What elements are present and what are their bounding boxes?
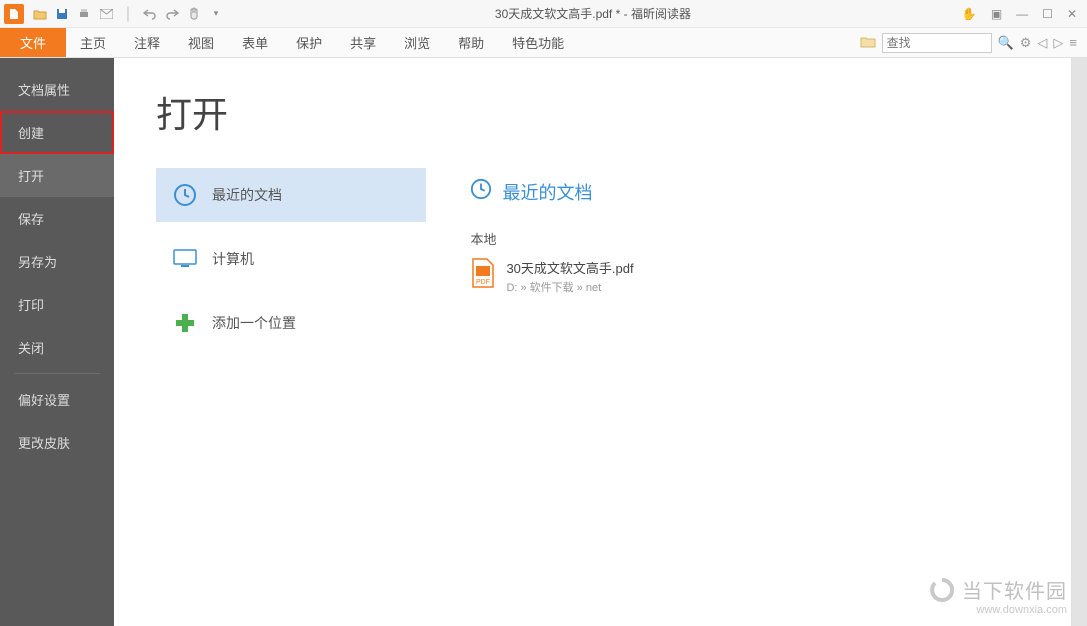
sidebar-item-create[interactable]: 创建	[0, 111, 114, 154]
ribbon-toggle-icon[interactable]: ▣	[991, 7, 1002, 21]
scrollbar-thumb[interactable]	[1072, 58, 1087, 626]
content-area: 打开 最近的文档 计算机 添加一个位置	[114, 58, 1087, 626]
open-icon[interactable]	[32, 6, 48, 22]
chevron-down-icon[interactable]: ▾	[208, 6, 224, 22]
sidebar-item-saveas[interactable]: 另存为	[0, 240, 114, 283]
maximize-button[interactable]: ☐	[1042, 7, 1053, 21]
window-title: 30天成文软文高手.pdf * - 福昕阅读器	[224, 5, 962, 22]
recent-files-panel: 最近的文档 本地 PDF 30天成文软文高手.pdf D: » 软件下载 » n…	[470, 168, 970, 297]
recent-header: 最近的文档	[470, 178, 970, 205]
sidebar-item-print[interactable]: 打印	[0, 283, 114, 326]
tab-comment[interactable]: 注释	[120, 28, 174, 57]
clock-icon	[172, 182, 198, 208]
minimize-button[interactable]: —	[1016, 7, 1028, 21]
hand-icon[interactable]: ✋	[962, 7, 977, 21]
option-computer[interactable]: 计算机	[156, 232, 426, 286]
tab-protect[interactable]: 保护	[282, 28, 336, 57]
tab-browse[interactable]: 浏览	[390, 28, 444, 57]
sidebar-separator	[14, 373, 100, 374]
recent-header-label: 最近的文档	[502, 179, 592, 205]
title-bar: | ▾ 30天成文软文高手.pdf * - 福昕阅读器 ✋ ▣ — ☐ ✕	[0, 0, 1087, 28]
nav-next-icon[interactable]: ▷	[1053, 35, 1063, 51]
tab-view[interactable]: 视图	[174, 28, 228, 57]
ribbon-tabs: 文件 主页 注释 视图 表单 保护 共享 浏览 帮助 特色功能 🔍 ⚙ ◁ ▷ …	[0, 28, 1087, 58]
tab-form[interactable]: 表单	[228, 28, 282, 57]
sidebar-item-skin[interactable]: 更改皮肤	[0, 421, 114, 464]
option-computer-label: 计算机	[212, 249, 254, 269]
quick-access-toolbar: | ▾	[32, 6, 224, 22]
file-name: 30天成文软文高手.pdf	[506, 258, 633, 277]
page-title: 打开	[156, 86, 1087, 138]
clock-icon	[470, 178, 492, 205]
pdf-file-icon: PDF	[470, 258, 496, 288]
option-add-place-label: 添加一个位置	[212, 313, 296, 333]
print-icon[interactable]	[76, 6, 92, 22]
recent-file-item[interactable]: PDF 30天成文软文高手.pdf D: » 软件下载 » net	[470, 256, 970, 297]
tab-home[interactable]: 主页	[66, 28, 120, 57]
window-controls: ✋ ▣ — ☐ ✕	[962, 7, 1077, 21]
open-source-list: 最近的文档 计算机 添加一个位置	[156, 168, 426, 360]
plus-icon	[172, 310, 198, 336]
search-input[interactable]	[882, 33, 992, 53]
option-recent[interactable]: 最近的文档	[156, 168, 426, 222]
app-icon	[4, 4, 24, 24]
sidebar-item-open[interactable]: 打开	[0, 154, 114, 197]
menu-icon[interactable]: ≡	[1069, 35, 1077, 50]
hand-tool-icon[interactable]	[186, 6, 202, 22]
option-add-place[interactable]: 添加一个位置	[156, 296, 426, 350]
tab-share[interactable]: 共享	[336, 28, 390, 57]
nav-prev-icon[interactable]: ◁	[1037, 35, 1047, 51]
svg-text:PDF: PDF	[476, 279, 490, 286]
tab-file[interactable]: 文件	[0, 28, 66, 57]
file-path: D: » 软件下载 » net	[506, 279, 633, 295]
sidebar-item-close[interactable]: 关闭	[0, 326, 114, 369]
search-icon[interactable]: 🔍	[998, 35, 1014, 51]
settings-icon[interactable]: ⚙	[1020, 35, 1032, 51]
file-sidebar: 文档属性 创建 打开 保存 另存为 打印 关闭 偏好设置 更改皮肤	[0, 58, 114, 626]
folder-icon[interactable]	[860, 35, 876, 51]
redo-icon[interactable]	[164, 6, 180, 22]
sidebar-item-preferences[interactable]: 偏好设置	[0, 378, 114, 421]
vertical-scrollbar[interactable]	[1071, 58, 1087, 626]
tab-features[interactable]: 特色功能	[498, 28, 578, 57]
computer-icon	[172, 246, 198, 272]
save-icon[interactable]	[54, 6, 70, 22]
sidebar-item-save[interactable]: 保存	[0, 197, 114, 240]
undo-icon[interactable]	[142, 6, 158, 22]
group-local-label: 本地	[470, 229, 970, 248]
email-icon[interactable]	[98, 6, 114, 22]
qat-sep: |	[120, 6, 136, 22]
option-recent-label: 最近的文档	[212, 185, 282, 205]
sidebar-item-properties[interactable]: 文档属性	[0, 68, 114, 111]
close-button[interactable]: ✕	[1067, 7, 1077, 21]
tab-help[interactable]: 帮助	[444, 28, 498, 57]
